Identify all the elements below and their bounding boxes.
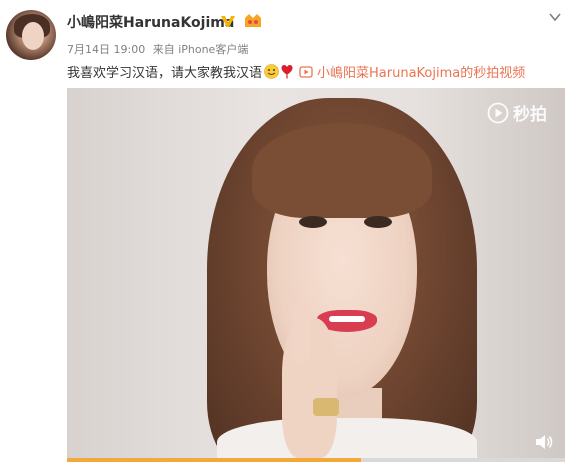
weibo-post: 小嶋阳菜HarunaKojima 7月14日 19:00 来自 iPhone客户… — [0, 0, 578, 474]
video-eye-right — [364, 216, 392, 228]
video-progress-fill — [67, 458, 361, 462]
smile-icon — [264, 64, 279, 79]
avatar[interactable] — [6, 10, 56, 60]
video-player[interactable]: 秒拍 — [67, 88, 565, 458]
video-link[interactable]: 小嶋阳菜HarunaKojima的秒拍视频 — [299, 62, 525, 81]
video-ring — [313, 398, 339, 416]
video-link-icon — [299, 65, 313, 78]
post-time[interactable]: 7月14日 19:00 — [67, 43, 145, 56]
video-eye-left — [299, 216, 327, 228]
post-source: 来自 iPhone客户端 — [152, 43, 249, 56]
username-link[interactable]: 小嶋阳菜HarunaKojima — [67, 12, 234, 32]
volume-icon[interactable] — [535, 434, 553, 450]
post-meta: 7月14日 19:00 来自 iPhone客户端 — [67, 41, 248, 57]
video-progress-bar[interactable] — [67, 458, 565, 462]
video-finger — [292, 303, 310, 363]
post-text: 我喜欢学习汉语，请大家教我汉语 — [67, 66, 263, 81]
miaopai-icon — [487, 102, 509, 123]
video-link-label: 小嶋阳菜HarunaKojima的秒拍视频 — [317, 66, 526, 81]
video-shirt — [217, 418, 477, 458]
post-content: 我喜欢学习汉语，请大家教我汉语 小嶋阳菜HarunaKojima的秒拍视频 — [67, 62, 525, 81]
watermark-text: 秒拍 — [513, 105, 547, 125]
more-icon[interactable] — [548, 10, 562, 24]
avatar-face — [22, 22, 44, 50]
video-bangs — [252, 123, 432, 218]
member-icon[interactable] — [243, 12, 263, 29]
video-watermark: 秒拍 — [487, 100, 547, 125]
verified-icon[interactable] — [220, 13, 236, 29]
heart-icon — [281, 65, 293, 79]
